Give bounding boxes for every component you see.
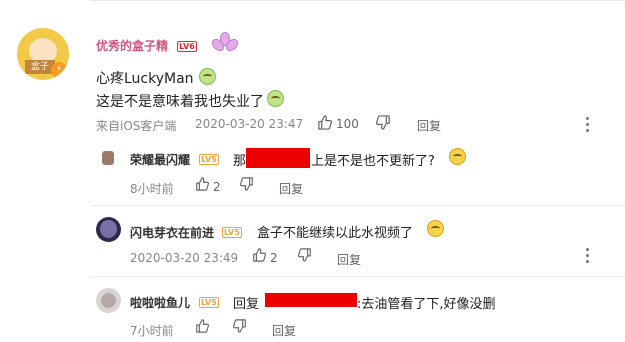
username[interactable]: 荣耀最闪耀 bbox=[130, 151, 190, 168]
thumb-up-icon[interactable] bbox=[195, 177, 209, 191]
avatar[interactable] bbox=[102, 151, 114, 165]
thumb-up-icon[interactable] bbox=[195, 319, 209, 333]
comment-text: 这是不是意味着我也失业了 bbox=[96, 94, 264, 110]
username[interactable]: 闪电芽衣在前进 bbox=[130, 224, 214, 241]
comment-text: 上是不是也不更新了? bbox=[311, 154, 435, 169]
emoji-icon bbox=[199, 68, 216, 85]
more-vertical-icon[interactable] bbox=[586, 248, 589, 266]
divider bbox=[90, 205, 625, 206]
reply-button[interactable]: 回复 bbox=[337, 251, 361, 268]
thumb-up-icon[interactable] bbox=[252, 248, 266, 262]
reply-button[interactable]: 回复 bbox=[279, 180, 303, 197]
redacted-mention bbox=[265, 293, 357, 307]
like-count: 100 bbox=[336, 117, 359, 131]
bolt-icon: ⚡ bbox=[51, 62, 67, 78]
timestamp: 7小时前 bbox=[130, 324, 174, 338]
thumb-down-icon[interactable] bbox=[240, 177, 254, 191]
flower-badge-icon bbox=[209, 32, 241, 56]
source-label: 来自iOS客户端 bbox=[96, 119, 177, 133]
avatar[interactable] bbox=[96, 217, 121, 242]
reply-button[interactable]: 回复 bbox=[417, 117, 441, 134]
comment-text: 盒子不能继续以此水视频了 bbox=[257, 226, 414, 241]
username[interactable]: 啦啦啦鱼儿 bbox=[130, 294, 190, 311]
level-badge: LV5 bbox=[199, 297, 219, 308]
emoji-icon bbox=[267, 90, 284, 107]
thumb-down-icon[interactable] bbox=[376, 115, 391, 130]
avatar[interactable]: 盒子 ⚡ bbox=[17, 28, 69, 80]
more-vertical-icon[interactable] bbox=[586, 117, 589, 135]
like-count: 2 bbox=[213, 180, 221, 194]
reply-button[interactable]: 回复 bbox=[272, 322, 296, 339]
emoji-icon bbox=[427, 220, 444, 237]
level-badge: LV6 bbox=[177, 41, 197, 52]
thumb-down-icon[interactable] bbox=[298, 248, 312, 262]
thumb-down-icon[interactable] bbox=[233, 319, 247, 333]
section-divider bbox=[90, 0, 625, 1]
timestamp: 2020-03-20 23:47 bbox=[195, 117, 304, 131]
reply-prefix: 回复 bbox=[233, 297, 260, 312]
level-badge: LV5 bbox=[199, 154, 219, 165]
avatar[interactable] bbox=[96, 288, 121, 313]
timestamp: 8小时前 bbox=[130, 182, 174, 196]
thumb-up-icon[interactable] bbox=[317, 115, 332, 130]
comment-text: 心疼LuckyMan bbox=[96, 71, 194, 87]
redacted-mention bbox=[246, 148, 310, 168]
timestamp: 2020-03-20 23:49 bbox=[130, 251, 239, 265]
level-badge: LV5 bbox=[222, 227, 242, 238]
comment-text-prefix: 那 bbox=[233, 154, 247, 169]
divider bbox=[90, 276, 625, 277]
username[interactable]: 优秀的盒子精 bbox=[96, 37, 168, 54]
emoji-icon bbox=[449, 148, 466, 165]
comment-text: :去油管看了下,好像没删 bbox=[357, 297, 496, 312]
like-count: 2 bbox=[270, 251, 278, 265]
